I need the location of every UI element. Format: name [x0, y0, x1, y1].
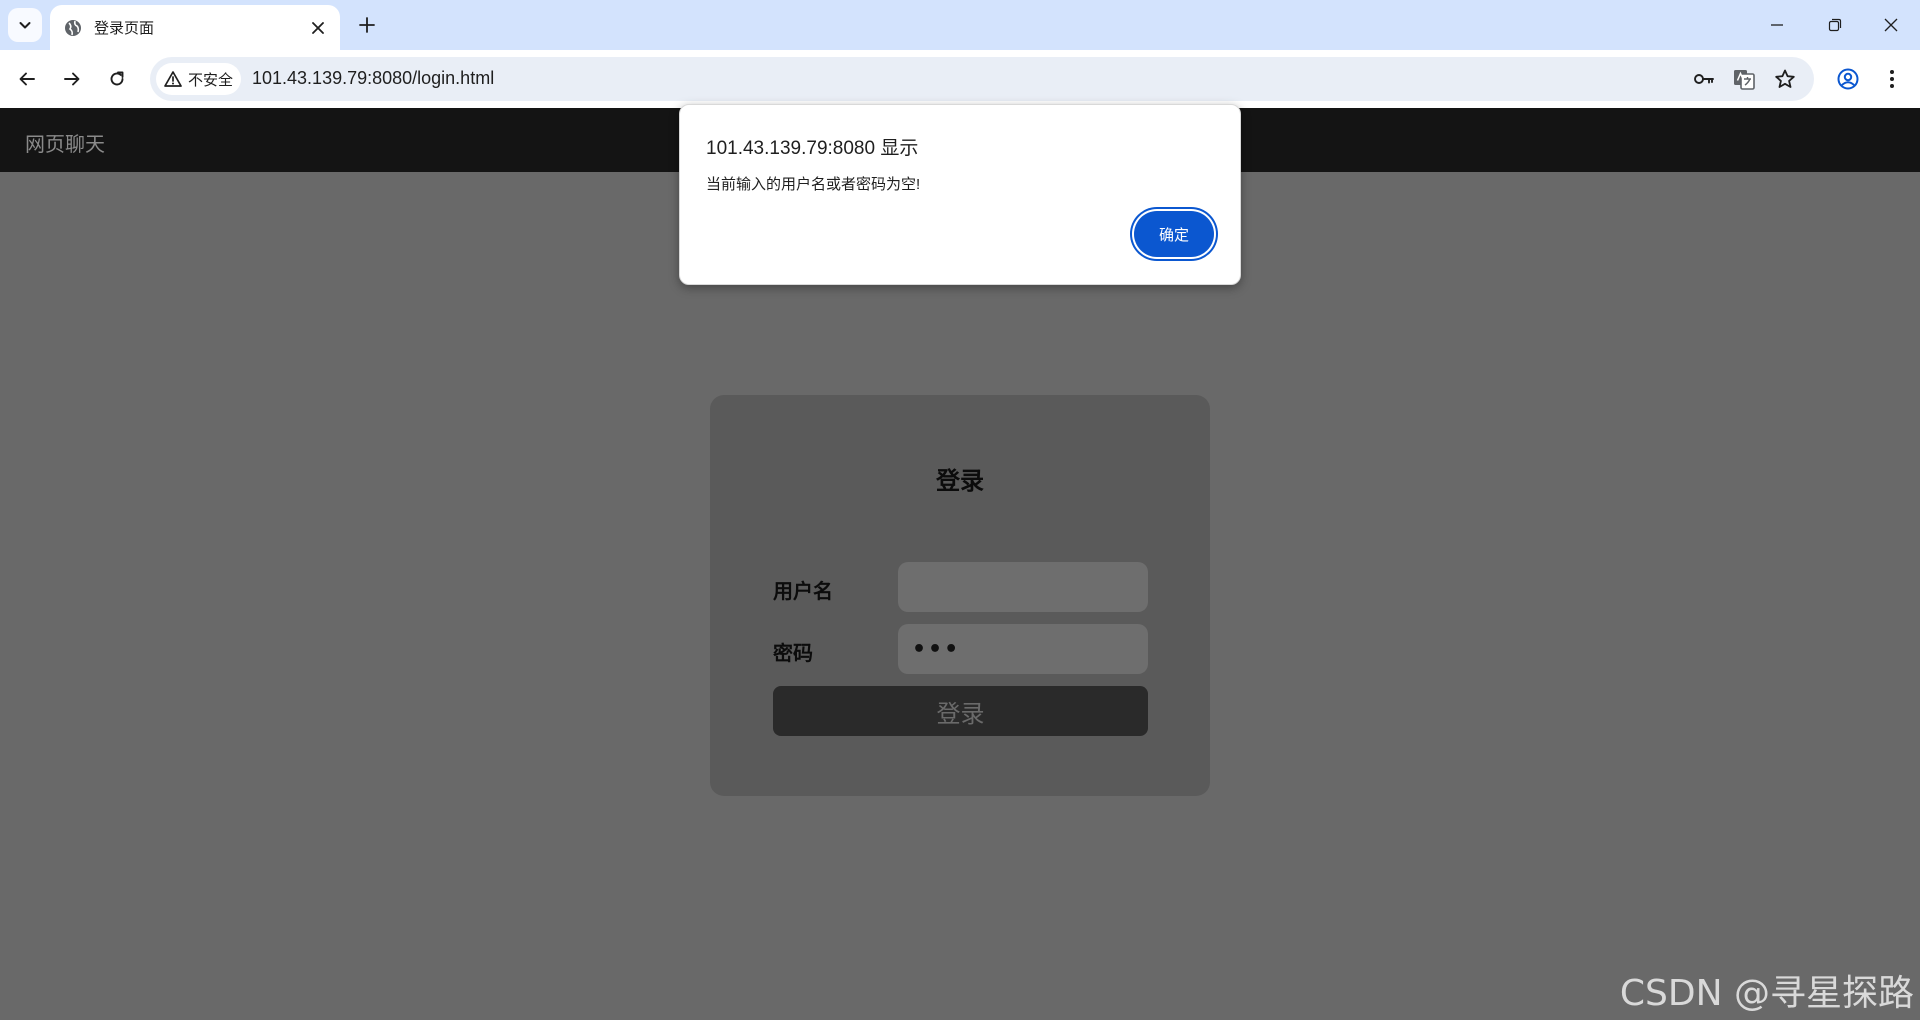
tab-close-button[interactable]: [308, 18, 328, 38]
security-indicator[interactable]: 不安全: [156, 63, 242, 95]
tab-search-button[interactable]: [8, 8, 42, 42]
key-icon: [1694, 74, 1714, 84]
minimize-icon: [1771, 24, 1783, 26]
login-heading: 登录: [936, 468, 984, 495]
password-input[interactable]: [898, 624, 1148, 674]
back-button[interactable]: [10, 62, 44, 96]
login-card: 登录 用户名 密码 登录: [710, 395, 1210, 796]
username-label: 用户名: [773, 581, 833, 603]
security-label: 不安全: [188, 71, 234, 89]
dialog-message: 当前输入的用户名或者密码为空!: [706, 176, 921, 193]
minimize-button[interactable]: [1748, 0, 1806, 50]
more-vertical-icon: [1890, 70, 1894, 88]
tab-strip: 登录页面: [0, 0, 1920, 50]
translate-icon: [1734, 70, 1755, 90]
close-icon: [312, 21, 324, 34]
bookmark-button[interactable]: [1771, 65, 1799, 93]
password-manager-button[interactable]: [1690, 65, 1718, 93]
site-title: 网页聊天: [25, 134, 105, 156]
restore-button[interactable]: [1806, 0, 1864, 50]
browser-tab[interactable]: 登录页面: [50, 5, 340, 50]
star-icon: [1775, 69, 1795, 88]
browser-menu-button[interactable]: [1875, 62, 1909, 96]
arrow-left-icon: [19, 72, 35, 86]
username-input[interactable]: [898, 562, 1148, 612]
reload-icon: [110, 71, 124, 86]
reload-button[interactable]: [100, 62, 134, 96]
chevron-down-icon: [19, 22, 31, 29]
restore-icon: [1828, 18, 1842, 32]
tab-title: 登录页面: [94, 20, 155, 37]
warning-icon: [164, 71, 182, 87]
address-bar[interactable]: 不安全 101.43.139.79:8080/login.html: [150, 57, 1814, 101]
dialog-title: 101.43.139.79:8080 显示: [706, 138, 919, 159]
close-window-button[interactable]: [1862, 0, 1920, 50]
close-icon: [1884, 18, 1898, 32]
arrow-right-icon: [64, 72, 80, 86]
login-submit-button[interactable]: 登录: [773, 686, 1148, 736]
alert-dialog: 101.43.139.79:8080 显示 当前输入的用户名或者密码为空! 确定: [679, 104, 1241, 285]
translate-button[interactable]: [1730, 65, 1758, 93]
profile-button[interactable]: [1831, 62, 1865, 96]
new-tab-button[interactable]: [352, 10, 382, 40]
forward-button[interactable]: [55, 62, 89, 96]
account-icon: [1837, 68, 1859, 90]
browser-toolbar: 不安全 101.43.139.79:8080/login.html: [0, 50, 1920, 108]
plus-icon: [359, 17, 375, 33]
url-text[interactable]: 101.43.139.79:8080/login.html: [252, 68, 494, 89]
watermark: CSDN @寻星探路: [1619, 973, 1914, 1014]
password-label: 密码: [773, 643, 813, 665]
dialog-ok-button[interactable]: 确定: [1134, 211, 1214, 257]
globe-icon: [65, 19, 81, 36]
